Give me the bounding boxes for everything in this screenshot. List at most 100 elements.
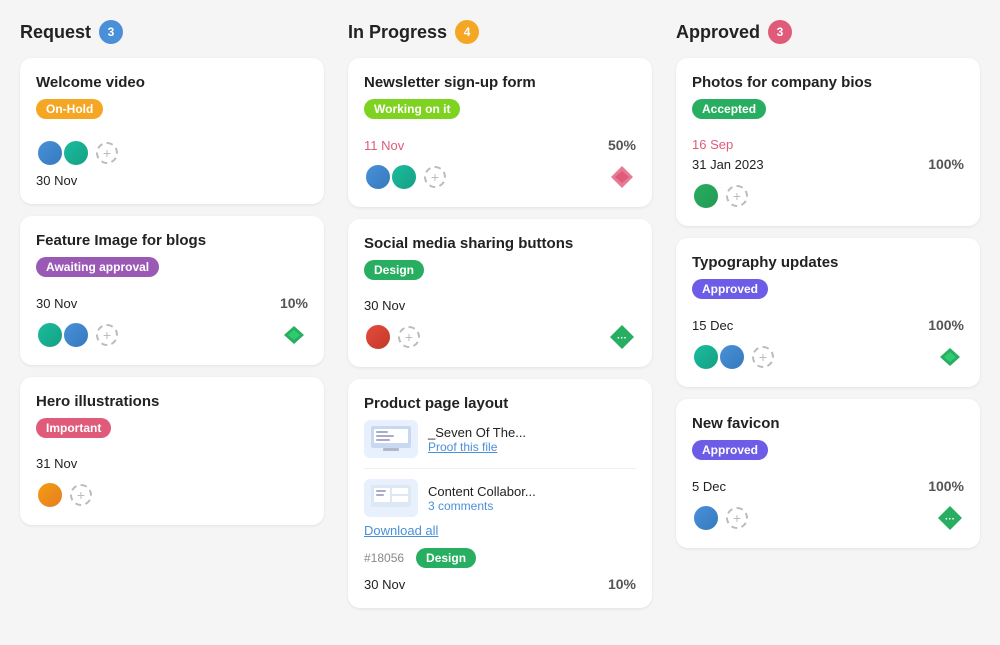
card-meta-feature-image: 30 Nov 10%: [36, 295, 308, 311]
percent-typography: 100%: [928, 317, 964, 333]
card-typography-updates: Typography updates Approved 15 Dec 100% …: [676, 238, 980, 387]
add-avatar-typography[interactable]: +: [752, 346, 774, 368]
card-title-typography: Typography updates: [692, 254, 964, 271]
avatars-hero-illustrations: +: [36, 481, 92, 509]
avatars-social-media: +: [364, 323, 420, 351]
attachment-name-1: _Seven Of The...: [428, 425, 526, 440]
add-avatar-welcome-video[interactable]: +: [96, 142, 118, 164]
date-social-media: 30 Nov: [364, 298, 636, 313]
tag-feature-image: Awaiting approval: [36, 257, 159, 277]
card-meta-product-page: 30 Nov 10%: [364, 576, 636, 592]
card-title-product-page: Product page layout: [364, 395, 636, 412]
tag-product-page: Design: [416, 548, 476, 568]
avatar-1-newsletter-form: [364, 163, 392, 191]
avatars-photos: +: [692, 182, 748, 210]
avatar-1-welcome-video: [36, 139, 64, 167]
svg-text:···: ···: [617, 333, 627, 344]
column-title-in-progress: In Progress: [348, 22, 447, 43]
card-newsletter-form: Newsletter sign-up form Working on it 11…: [348, 58, 652, 207]
card-meta-photos: 16 Sep: [692, 137, 964, 152]
card-title-welcome-video: Welcome video: [36, 74, 308, 91]
tag-photos: Accepted: [692, 99, 766, 119]
date-photos: 16 Sep: [692, 137, 733, 152]
date-feature-image: 30 Nov: [36, 296, 77, 311]
avatar-1-hero-illustrations: [36, 481, 64, 509]
attachment-1-product-page: _Seven Of The... Proof this file: [364, 420, 636, 469]
avatar-1-typography: [692, 343, 720, 371]
avatar-1-favicon: [692, 504, 720, 532]
add-avatar-photos[interactable]: +: [726, 185, 748, 207]
card-product-page-layout: Product page layout _Seven Of The...: [348, 379, 652, 608]
attachment-comments-2[interactable]: 3 comments: [428, 499, 536, 513]
attachment-2-product-page: Content Collabor... 3 comments: [364, 479, 636, 517]
badge-request: 3: [99, 20, 123, 44]
card-footer-photos: +: [692, 182, 964, 210]
column-approved: Approved 3 Photos for company bios Accep…: [676, 20, 980, 620]
card-footer-feature-image: +: [36, 321, 308, 349]
attachment-thumb-2: [364, 479, 418, 517]
card-meta-newsletter-form: 11 Nov 50%: [364, 137, 636, 153]
card-title-newsletter-form: Newsletter sign-up form: [364, 74, 636, 91]
card-bottom-row-product-page: #18056 Design: [364, 548, 636, 568]
add-avatar-favicon[interactable]: +: [726, 507, 748, 529]
diamond-green-icon-feature-image: [280, 321, 308, 349]
percent-favicon: 100%: [928, 478, 964, 494]
kanban-board: Request 3 Welcome video On-Hold + 30 Nov…: [20, 20, 980, 620]
percent-photos: 100%: [928, 156, 964, 172]
percent-feature-image: 10%: [280, 295, 308, 311]
add-avatar-hero-illustrations[interactable]: +: [70, 484, 92, 506]
avatars-feature-image: +: [36, 321, 118, 349]
attachment-name-2: Content Collabor...: [428, 484, 536, 499]
column-in-progress: In Progress 4 Newsletter sign-up form Wo…: [348, 20, 652, 620]
card-feature-image: Feature Image for blogs Awaiting approva…: [20, 216, 324, 365]
avatar-1-social-media: [364, 323, 392, 351]
date-newsletter-form: 11 Nov: [364, 138, 404, 153]
tag-newsletter-form: Working on it: [364, 99, 460, 119]
avatars-favicon: +: [692, 504, 748, 532]
avatar-2-newsletter-form: [390, 163, 418, 191]
diamond-green-icon-typography: [936, 343, 964, 371]
date-typography: 15 Dec: [692, 318, 733, 333]
attachment-thumb-1: [364, 420, 418, 458]
attachment-action-1[interactable]: Proof this file: [428, 440, 526, 454]
card-new-favicon: New favicon Approved 5 Dec 100% + ···: [676, 399, 980, 548]
attachment-info-1: _Seven Of The... Proof this file: [428, 425, 526, 454]
badge-in-progress: 4: [455, 20, 479, 44]
avatar-2-typography: [718, 343, 746, 371]
avatar-1-photos: [692, 182, 720, 210]
percent-newsletter-form: 50%: [608, 137, 636, 153]
avatar-2-welcome-video: [62, 139, 90, 167]
avatars-newsletter-form: +: [364, 163, 446, 191]
avatar-1-feature-image: [36, 321, 64, 349]
avatar-2-feature-image: [62, 321, 90, 349]
column-title-approved: Approved: [676, 22, 760, 43]
column-request: Request 3 Welcome video On-Hold + 30 Nov…: [20, 20, 324, 620]
add-avatar-feature-image[interactable]: +: [96, 324, 118, 346]
tag-welcome-video: On-Hold: [36, 99, 103, 119]
column-header-approved: Approved 3: [676, 20, 980, 44]
date-favicon: 5 Dec: [692, 479, 726, 494]
badge-approved: 3: [768, 20, 792, 44]
avatars-typography: +: [692, 343, 774, 371]
dots-icon-favicon: ···: [936, 504, 964, 532]
add-avatar-social-media[interactable]: +: [398, 326, 420, 348]
column-title-request: Request: [20, 22, 91, 43]
card-meta-favicon: 5 Dec 100%: [692, 478, 964, 494]
card-social-media-buttons: Social media sharing buttons Design 30 N…: [348, 219, 652, 367]
card-hero-illustrations: Hero illustrations Important 31 Nov +: [20, 377, 324, 525]
date-welcome-video: 30 Nov: [36, 173, 308, 188]
percent-product-page: 10%: [608, 576, 636, 592]
date2-photos: 31 Jan 2023: [692, 157, 764, 172]
card-title-social-media: Social media sharing buttons: [364, 235, 636, 252]
card-footer-welcome-video: +: [36, 139, 308, 167]
attachment-info-2: Content Collabor... 3 comments: [428, 484, 536, 513]
download-all-link[interactable]: Download all: [364, 523, 636, 538]
card-footer-newsletter-form: +: [364, 163, 636, 191]
card-footer-favicon: + ···: [692, 504, 964, 532]
tag-hero-illustrations: Important: [36, 418, 111, 438]
tag-favicon: Approved: [692, 440, 768, 460]
tag-typography: Approved: [692, 279, 768, 299]
card-footer-typography: +: [692, 343, 964, 371]
add-avatar-newsletter-form[interactable]: +: [424, 166, 446, 188]
card-photos-company-bios: Photos for company bios Accepted 16 Sep …: [676, 58, 980, 226]
